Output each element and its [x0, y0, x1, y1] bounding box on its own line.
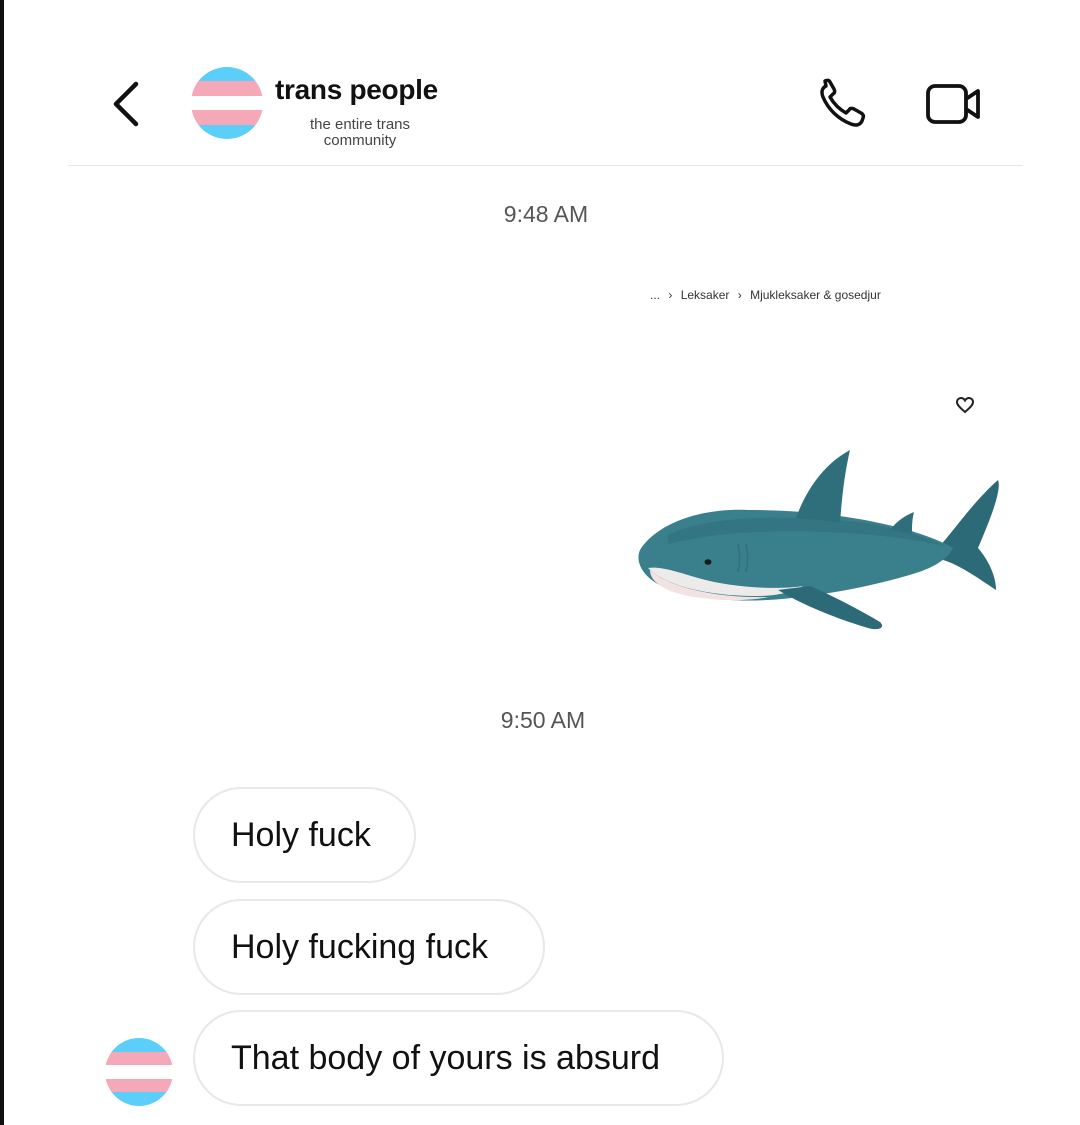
breadcrumb-item: Mjukleksaker & gosedjur: [750, 288, 881, 302]
breadcrumb-separator: ›: [668, 288, 673, 302]
shared-image[interactable]: ... › Leksaker › Mjukleksaker & gosedjur: [628, 270, 1008, 690]
breadcrumb-separator: ›: [737, 288, 742, 302]
video-call-button[interactable]: [924, 80, 984, 128]
product-breadcrumb: ... › Leksaker › Mjukleksaker & gosedjur: [650, 288, 886, 302]
chat-avatar[interactable]: [191, 67, 263, 139]
video-camera-icon: [926, 84, 980, 124]
chat-subtitle: the entire trans community: [309, 116, 411, 149]
screen-edge: [0, 0, 4, 1125]
timestamp: 9:48 AM: [503, 201, 589, 227]
breadcrumb-item: Leksaker: [680, 288, 730, 302]
chat-title[interactable]: trans people: [275, 74, 438, 106]
chat-header: trans people the entire trans community: [0, 0, 1080, 166]
chevron-left-icon: [113, 81, 139, 127]
trans-flag-icon: [105, 1038, 173, 1106]
phone-icon: [820, 78, 866, 127]
message-bubble[interactable]: Holy fucking fuck: [193, 899, 545, 995]
sender-avatar[interactable]: [105, 1038, 173, 1106]
message-bubble[interactable]: That body of yours is absurd: [193, 1010, 724, 1106]
back-button[interactable]: [106, 78, 150, 130]
call-button[interactable]: [816, 78, 872, 130]
heart-outline-icon[interactable]: [955, 396, 975, 414]
trans-flag-icon: [191, 67, 263, 139]
header-divider: [68, 165, 1023, 166]
timestamp: 9:50 AM: [500, 707, 586, 733]
breadcrumb-ellipsis: ...: [650, 288, 661, 302]
shark-plush-icon: [638, 450, 999, 630]
message-bubble[interactable]: Holy fuck: [193, 787, 416, 883]
